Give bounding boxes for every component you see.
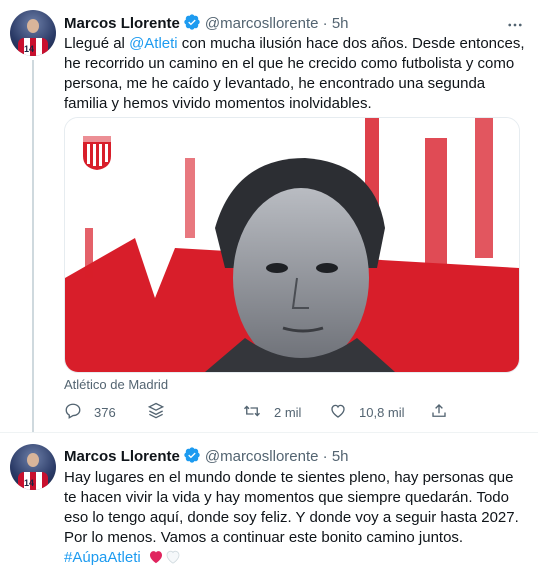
thread-line bbox=[32, 60, 34, 432]
separator-dot: · bbox=[322, 15, 328, 32]
avatar-head bbox=[27, 19, 39, 33]
share-button[interactable] bbox=[430, 401, 460, 423]
avatar[interactable]: 14 bbox=[10, 444, 56, 490]
tweet-text: Hay lugares en el mundo donde te sientes… bbox=[64, 468, 526, 570]
like-button[interactable]: 10,8 mil bbox=[329, 401, 405, 423]
like-count: 10,8 mil bbox=[359, 404, 405, 420]
media-caption[interactable]: Atlético de Madrid bbox=[64, 377, 168, 392]
tweet-media-image[interactable] bbox=[64, 117, 520, 373]
tweet-header: Marcos Llorente @marcosllorente · 5h bbox=[64, 13, 349, 36]
like-icon bbox=[329, 402, 359, 423]
stack-icon bbox=[146, 401, 178, 424]
author-name[interactable]: Marcos Llorente bbox=[64, 448, 180, 465]
tweet[interactable]: 14 Marcos Llorente @marcosllorente · 5h L… bbox=[0, 0, 538, 433]
reply-count: 376 bbox=[94, 404, 116, 420]
author-handle[interactable]: @marcosllorente bbox=[205, 15, 319, 32]
avatar-number: 14 bbox=[24, 44, 35, 54]
author-handle[interactable]: @marcosllorente bbox=[205, 448, 319, 465]
share-icon bbox=[430, 402, 460, 423]
timestamp[interactable]: 5h bbox=[332, 15, 349, 32]
atleti-crest-icon bbox=[81, 134, 113, 172]
author-name[interactable]: Marcos Llorente bbox=[64, 15, 180, 32]
verified-badge-icon bbox=[183, 446, 201, 469]
tweet-header: Marcos Llorente @marcosllorente · 5h bbox=[64, 446, 349, 469]
avatar[interactable]: 14 bbox=[10, 10, 56, 56]
tweet-text: Llegué al @Atleti con mucha ilusión hace… bbox=[64, 34, 526, 114]
reply-button[interactable]: 376 bbox=[64, 401, 116, 423]
mention-link[interactable]: @Atleti bbox=[129, 35, 178, 52]
tweet[interactable]: 14 Marcos Llorente @marcosllorente · 5h H… bbox=[0, 432, 538, 566]
retweet-button[interactable]: 2 mil bbox=[242, 401, 301, 423]
timestamp[interactable]: 5h bbox=[332, 448, 349, 465]
tweet-text-main: Hay lugares en el mundo donde te sientes… bbox=[64, 469, 519, 546]
avatar-number: 14 bbox=[24, 478, 35, 488]
avatar-head bbox=[27, 453, 39, 467]
stack-button[interactable] bbox=[146, 401, 178, 423]
hashtag-link[interactable]: #AúpaAtleti bbox=[64, 549, 141, 566]
retweet-icon bbox=[242, 402, 274, 423]
retweet-count: 2 mil bbox=[274, 404, 302, 420]
reply-icon bbox=[64, 402, 94, 423]
tweet-text-prefix: Llegué al bbox=[64, 35, 130, 52]
separator-dot: · bbox=[322, 448, 328, 465]
verified-badge-icon bbox=[183, 13, 201, 36]
tweet-actions: 376 2 mil 10,8 mil bbox=[64, 401, 464, 423]
